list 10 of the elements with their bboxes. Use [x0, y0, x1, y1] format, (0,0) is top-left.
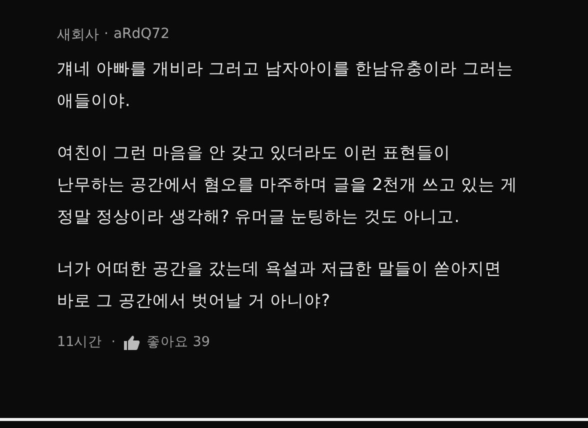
comment-paragraph: 너가 어떠한 공간을 갔는데 욕설과 저급한 말들이 쏟아지면 바로 그 공간에서 벗어날 거 아니야? — [57, 258, 503, 312]
like-button[interactable]: 좋아요 39 — [124, 333, 210, 351]
username: aRdQ72 — [113, 26, 170, 44]
thumbs-up-icon — [124, 334, 140, 350]
separator-dot: · — [104, 26, 108, 44]
separator-dot: · — [111, 334, 116, 350]
comment-paragraph: 여친이 그런 마음을 안 갖고 있더라도 이런 표현들이 난무하는 공간에서 혐오를 마주하며 글을 2천개 쓰고 있는 게 정말 정상이라 생각해? 유머글 눈팅하는 것도 아니고. — [57, 142, 518, 228]
author-name: 새회사 — [57, 26, 99, 44]
timestamp: 11시간 — [57, 333, 102, 351]
comment-paragraph: 걔네 아빠를 개비라 그러고 남자아이를 한남유충이라 그러는 애들이야. — [57, 58, 514, 112]
